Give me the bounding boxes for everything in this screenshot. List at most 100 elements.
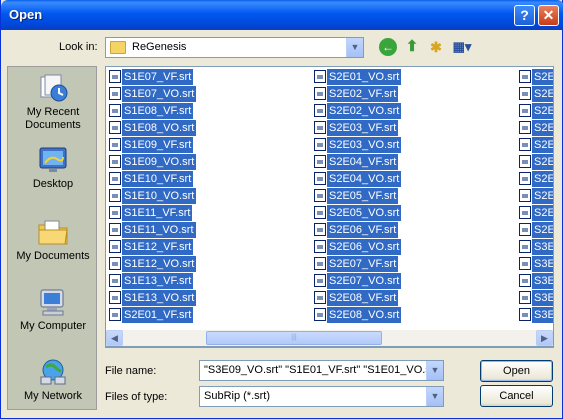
scroll-right-icon[interactable]: ▶ <box>536 330 553 346</box>
place-my-documents[interactable]: My Documents <box>8 217 98 263</box>
srt-file-icon <box>314 121 326 134</box>
file-name: S2E06_VO.srt <box>327 239 402 255</box>
srt-file-icon <box>519 206 531 219</box>
file-type-value: SubRip (*.srt) <box>204 390 271 402</box>
place-label: My Documents <box>16 250 90 262</box>
srt-file-icon <box>314 274 326 287</box>
file-name: S3E <box>532 290 553 306</box>
up-folder-icon[interactable]: ⬆ <box>403 38 421 56</box>
file-name: S1E08_VF.srt <box>122 103 194 119</box>
srt-file-icon <box>519 104 531 117</box>
srt-file-icon <box>314 206 326 219</box>
srt-file-icon <box>109 87 121 100</box>
srt-file-icon <box>519 172 531 185</box>
srt-file-icon <box>519 138 531 151</box>
title-bar[interactable]: Open ? ✕ <box>1 0 563 30</box>
file-name: S2E05_VF.srt <box>327 188 399 204</box>
folder-icon <box>110 41 126 54</box>
file-name: S2E02_VO.srt <box>327 103 402 119</box>
file-name: S2E01_VF.srt <box>122 307 194 323</box>
srt-file-icon <box>109 121 121 134</box>
open-dialog: Open ? ✕ Look in: ReGenesis ▼ ← ⬆ ✱ ▦▾ M… <box>0 0 563 419</box>
place-my-recent-documents[interactable]: My Recent Documents <box>8 73 98 132</box>
srt-file-icon <box>109 155 121 168</box>
place-desktop[interactable]: Desktop <box>8 145 98 191</box>
srt-file-icon <box>519 257 531 270</box>
file-name: S1E11_VO.srt <box>122 222 196 238</box>
view-menu-icon[interactable]: ▦▾ <box>451 38 473 56</box>
srt-file-icon <box>109 257 121 270</box>
cancel-button[interactable]: Cancel <box>480 385 553 407</box>
scroll-thumb[interactable]: ||| <box>206 331 382 345</box>
file-name: S2E05_VO.srt <box>327 205 402 221</box>
srt-file-icon <box>314 70 326 83</box>
file-name: S3E <box>532 239 553 255</box>
file-name: S2E06_VF.srt <box>327 222 399 238</box>
file-name-value: "S3E09_VO.srt" "S1E01_VF.srt" "S1E01_VO.… <box>204 364 426 376</box>
srt-file-icon <box>314 138 326 151</box>
file-name: S1E11_VF.srt <box>122 205 193 221</box>
srt-file-icon <box>109 189 121 202</box>
file-name: S1E13_VF.srt <box>122 273 194 289</box>
back-icon[interactable]: ← <box>379 38 397 56</box>
file-name: S1E13_VO.srt <box>122 290 197 306</box>
srt-file-icon <box>519 291 531 304</box>
file-type-label: Files of type: <box>105 391 168 403</box>
place-my-network[interactable]: My Network <box>8 357 98 403</box>
file-name: S2E02_VF.srt <box>327 86 399 102</box>
look-in-value: ReGenesis <box>132 41 187 53</box>
horizontal-scrollbar[interactable]: ◀ ||| ▶ <box>105 330 554 347</box>
file-name: S1E12_VF.srt <box>122 239 194 255</box>
file-name: S2E <box>532 188 553 204</box>
srt-file-icon <box>314 87 326 100</box>
place-my-computer[interactable]: My Computer <box>8 287 98 333</box>
file-list[interactable]: S1E07_VF.srt S1E07_VO.srt S1E08_VF.srt S1E0… <box>105 66 554 348</box>
file-name: S2E <box>532 154 553 170</box>
chevron-down-icon[interactable]: ▼ <box>426 361 443 380</box>
file-name: S2E08_VO.srt <box>327 307 402 323</box>
file-name: S1E07_VF.srt <box>122 69 194 85</box>
help-icon: ? <box>520 7 529 23</box>
file-name: S2E <box>532 69 553 85</box>
file-name: S1E12_VO.srt <box>122 256 197 272</box>
help-button[interactable]: ? <box>514 5 535 26</box>
close-button[interactable]: ✕ <box>538 5 559 26</box>
srt-file-icon <box>109 172 121 185</box>
srt-file-icon <box>519 155 531 168</box>
recent-documents-icon <box>40 74 68 102</box>
srt-file-icon <box>314 240 326 253</box>
scroll-left-icon[interactable]: ◀ <box>106 330 123 346</box>
place-label: My Network <box>23 390 83 402</box>
file-name: S2E08_VF.srt <box>327 290 399 306</box>
srt-file-icon <box>314 189 326 202</box>
file-name: S2E <box>532 171 553 187</box>
open-button[interactable]: Open <box>480 360 553 382</box>
srt-file-icon <box>519 70 531 83</box>
srt-file-icon <box>109 138 121 151</box>
file-name: S1E09_VF.srt <box>122 137 194 153</box>
srt-file-icon <box>109 206 121 219</box>
file-name: S2E04_VO.srt <box>327 171 402 187</box>
file-name: S2E07_VF.srt <box>327 256 399 272</box>
srt-file-icon <box>109 291 121 304</box>
place-label: My Computer <box>19 320 87 332</box>
file-name-field[interactable]: "S3E09_VO.srt" "S1E01_VF.srt" "S1E01_VO.… <box>199 360 444 381</box>
chevron-down-icon[interactable]: ▼ <box>426 387 443 406</box>
file-name: S1E07_VO.srt <box>122 86 197 102</box>
file-name: S2E01_VO.srt <box>327 69 402 85</box>
chevron-down-icon[interactable]: ▼ <box>346 38 363 57</box>
file-name: S2E <box>532 120 553 136</box>
window-title: Open <box>9 7 43 22</box>
file-name: S2E <box>532 137 553 153</box>
places-bar: My Recent Documents Desktop My Documents <box>7 66 97 410</box>
file-type-select[interactable]: SubRip (*.srt) ▼ <box>199 386 444 407</box>
file-name: S2E <box>532 86 553 102</box>
file-name: S1E10_VO.srt <box>122 188 197 204</box>
file-name-label: File name: <box>105 365 157 377</box>
look-in-dropdown[interactable]: ReGenesis ▼ <box>105 37 364 58</box>
place-label: My Recent Documents <box>25 106 81 131</box>
look-in-label: Look in: <box>59 41 98 53</box>
new-folder-icon[interactable]: ✱ <box>427 38 445 56</box>
srt-file-icon <box>109 308 121 321</box>
file-name: S3E <box>532 256 553 272</box>
